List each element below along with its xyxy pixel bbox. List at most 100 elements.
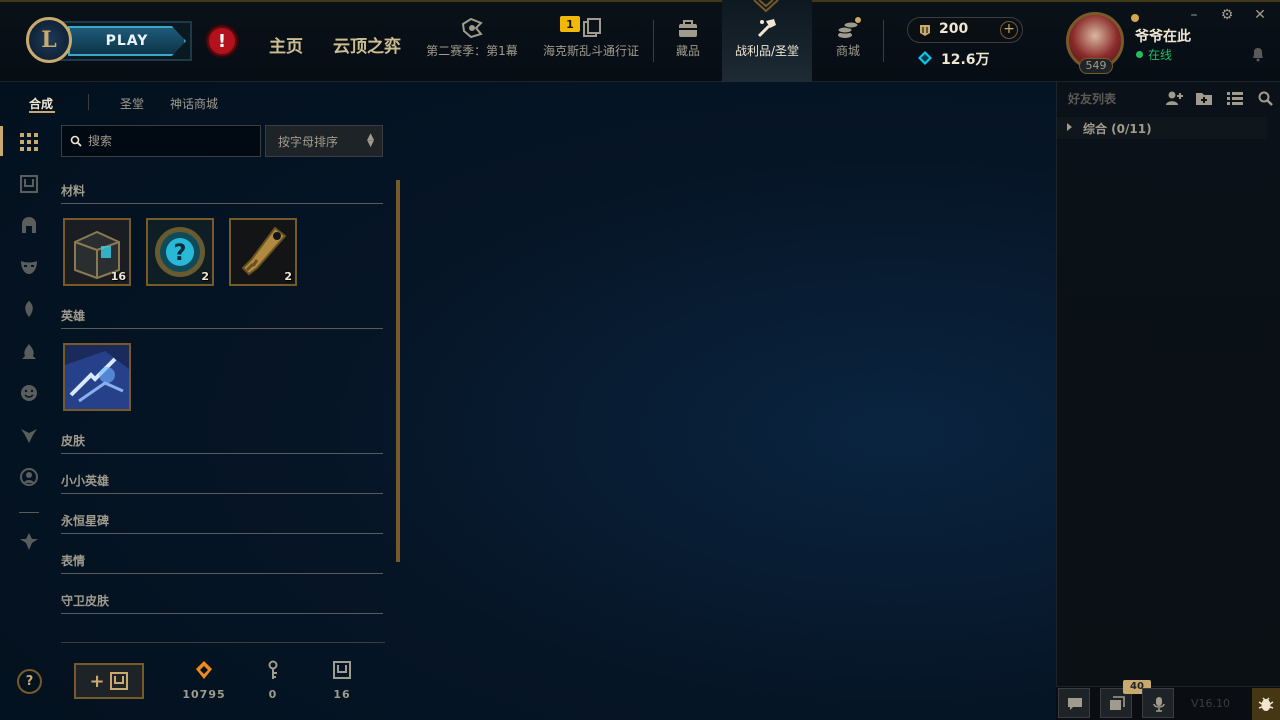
category-skins[interactable]: 皮肤	[61, 432, 383, 454]
add-folder-icon[interactable]	[1195, 90, 1213, 106]
nav-store[interactable]: 商城	[824, 16, 872, 66]
notification-dot	[1131, 14, 1139, 22]
play-button[interactable]: PLAY	[68, 26, 186, 56]
season-icon	[461, 17, 483, 39]
loot-sub-navigation: 合成 圣堂 神话商城	[0, 82, 1056, 122]
bug-icon	[1258, 697, 1274, 711]
help-button[interactable]: ?	[17, 669, 42, 694]
craft-chest-button[interactable]: +	[74, 663, 144, 699]
sort-dropdown[interactable]: 按字母排序 ▲ ▼	[265, 125, 383, 157]
friend-group-general[interactable]: 综合 (0/11)	[1057, 117, 1267, 139]
orange-essence-amount: 10795	[182, 688, 226, 701]
nav-collection[interactable]: 藏品	[666, 16, 710, 66]
nav-home[interactable]: 主页	[269, 32, 303, 57]
nav-event-pass[interactable]: 海克斯乱斗通行证	[540, 16, 642, 66]
champion-helmet-icon[interactable]	[19, 215, 39, 235]
loot-item-chest[interactable]: 16	[63, 218, 131, 286]
bug-report-button[interactable]	[1252, 688, 1280, 720]
profile-icon[interactable]	[19, 467, 39, 487]
chat-button[interactable]	[1058, 688, 1090, 718]
microphone-icon	[1153, 697, 1165, 712]
category-emotes[interactable]: 表情	[61, 552, 383, 574]
craft-plus: +	[89, 670, 105, 692]
loot-item-champion-shard[interactable]	[63, 343, 131, 411]
settings-gear-icon[interactable]: ⚙	[1219, 7, 1235, 23]
tab-mythic-shop[interactable]: 神话商城	[170, 95, 218, 112]
nav-season-label: 第二赛季：第1幕	[426, 44, 518, 58]
nav-season[interactable]: 第二赛季：第1幕	[424, 16, 520, 66]
category-little-legends[interactable]: 小小英雄	[61, 472, 383, 494]
nav-divider	[653, 20, 654, 62]
notification-bell-icon[interactable]	[1251, 46, 1265, 62]
chest-filter-icon[interactable]	[19, 174, 39, 194]
friends-list-title: 好友列表	[1068, 92, 1117, 106]
chests-amount: 16	[333, 688, 351, 701]
rp-amount: 200	[939, 21, 969, 37]
search-icon[interactable]	[1257, 90, 1275, 106]
online-status-text[interactable]: 在线	[1148, 46, 1172, 63]
chest-icon	[109, 672, 128, 690]
nav-collection-label: 藏品	[675, 44, 700, 58]
key-icon	[268, 660, 278, 679]
rail-divider	[19, 512, 39, 513]
orange-essence-counter: 10795	[174, 660, 234, 701]
play-button-frame[interactable]: PLAY	[52, 21, 192, 61]
mythic-crest-icon[interactable]	[19, 531, 39, 551]
search-icon	[70, 135, 82, 147]
emote-face-icon[interactable]	[19, 383, 39, 403]
sort-arrows-icon: ▲ ▼	[367, 132, 374, 149]
social-panel: 好友列表	[1056, 82, 1280, 720]
svg-text:?: ?	[174, 241, 187, 266]
messages-icon	[1110, 696, 1125, 710]
close-button[interactable]: ✕	[1252, 7, 1268, 23]
category-champions[interactable]: 英雄	[61, 307, 383, 329]
sort-dropdown-label: 按字母排序	[278, 135, 339, 149]
active-tab-underline	[29, 111, 55, 113]
league-logo-icon[interactable]: L	[26, 17, 72, 63]
caret-right-icon	[1067, 123, 1072, 131]
little-legend-icon[interactable]	[19, 425, 39, 445]
item-count: 2	[201, 270, 209, 283]
search-input[interactable]	[88, 132, 256, 150]
loot-hammer-icon	[757, 19, 776, 38]
rp-coin-icon	[920, 25, 930, 36]
client-version: V16.10	[1191, 697, 1231, 710]
alert-icon[interactable]: !	[207, 26, 237, 56]
champion-shard-icon	[65, 345, 129, 409]
ward-icon[interactable]	[19, 299, 39, 319]
subnav-divider	[88, 94, 89, 110]
search-field[interactable]	[61, 125, 261, 157]
blue-essence-amount: 12.6万	[941, 52, 990, 68]
summoner-level: 549	[1079, 58, 1113, 74]
chest-icon	[333, 661, 351, 679]
skin-mask-icon[interactable]	[19, 257, 39, 277]
tab-craft[interactable]: 合成	[29, 95, 53, 112]
voice-button[interactable]	[1142, 688, 1174, 718]
nav-tft[interactable]: 云顶之弈	[333, 32, 401, 57]
item-count: 16	[110, 270, 126, 283]
add-friend-icon[interactable]	[1165, 90, 1183, 106]
nav-divider	[883, 20, 884, 62]
category-ward-skins[interactable]: 守卫皮肤	[61, 592, 383, 614]
loot-item-key-fragment[interactable]: 2	[229, 218, 297, 286]
blue-essence-icon	[918, 51, 932, 65]
pass-icon	[583, 18, 601, 37]
orange-essence-icon	[196, 661, 212, 679]
category-eternals[interactable]: 永恒星碑	[61, 512, 383, 534]
collection-bag-icon	[679, 20, 697, 37]
list-view-icon[interactable]	[1226, 90, 1244, 106]
eternals-flame-icon[interactable]	[19, 342, 39, 362]
summoner-name[interactable]: 爷爷在此	[1135, 26, 1191, 46]
nav-loot-label: 战利品/圣堂	[734, 44, 800, 58]
tab-sanctum[interactable]: 圣堂	[120, 95, 144, 112]
store-coins-icon	[837, 17, 861, 38]
rail-active-indicator	[0, 126, 3, 156]
minimize-button[interactable]: –	[1186, 7, 1202, 23]
loot-item-mystery-orb[interactable]: ? 2	[146, 218, 214, 286]
pass-notification-badge: 1	[560, 16, 580, 32]
keys-amount: 0	[268, 688, 278, 701]
category-materials[interactable]: 材料	[61, 182, 383, 204]
loot-scrollbar-thumb[interactable]	[396, 180, 400, 562]
buy-rp-button[interactable]: +	[1000, 21, 1018, 39]
all-items-grid-icon[interactable]	[19, 132, 39, 152]
